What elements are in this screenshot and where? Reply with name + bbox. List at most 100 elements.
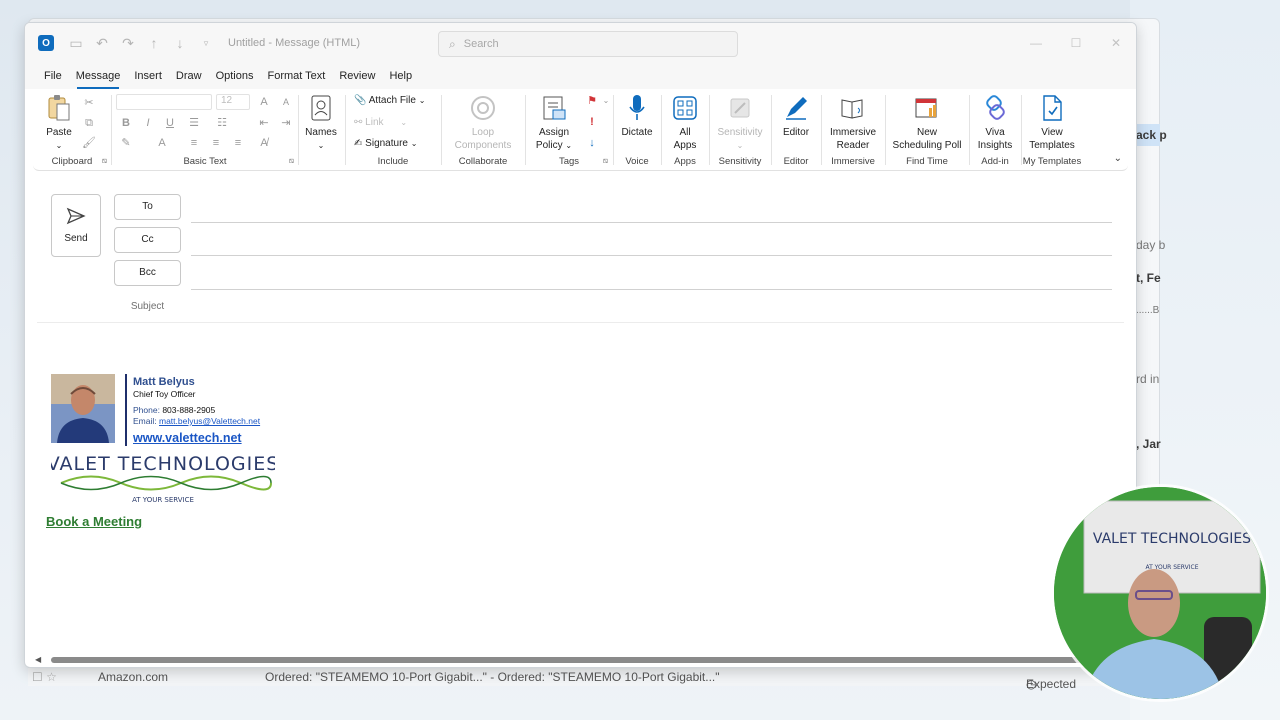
highlight-icon[interactable]: ✎ — [118, 135, 134, 151]
paste-label: Paste — [46, 127, 72, 138]
dialog-launcher-icon[interactable]: ⧅ — [102, 156, 107, 166]
horizontal-scrollbar[interactable]: ◀ — [33, 655, 1128, 665]
voice-group: Dictate Voice — [614, 89, 660, 171]
chevron-down-icon[interactable]: ⌄ — [598, 93, 614, 109]
view-templates-button[interactable]: View Templates — [1024, 93, 1080, 152]
loop-icon — [468, 93, 498, 123]
search-input[interactable]: ⌕ Search — [438, 31, 738, 57]
apps-group: All Apps Apps — [662, 89, 708, 171]
bold-icon[interactable]: B — [118, 115, 134, 131]
tab-file[interactable]: File — [37, 63, 69, 89]
ribbon-tabs: File Message Insert Draw Options Format Text R… — [25, 63, 1136, 89]
search-icon: ⌕ — [449, 36, 456, 51]
dialog-launcher-icon[interactable]: ⧅ — [289, 156, 294, 166]
email-link[interactable]: matt.belyus@Valettech.net — [159, 416, 260, 426]
font-color-icon[interactable]: A — [154, 135, 170, 151]
chevron-down-icon: ⌄ — [317, 141, 325, 150]
undo-icon[interactable]: ↶ — [94, 35, 110, 51]
align-center-icon[interactable]: ≡ — [208, 135, 224, 151]
background-snippet: ack p — [1136, 128, 1167, 142]
background-snippet: t, Fe — [1136, 271, 1161, 285]
attach-file-button[interactable]: 📎 Attach File ⌄ — [354, 95, 425, 106]
send-button[interactable]: Send — [51, 194, 101, 257]
tab-format-text[interactable]: Format Text — [260, 63, 332, 89]
loop-components-button[interactable]: Loop Components — [446, 93, 520, 152]
scroll-left-icon[interactable]: ◀ — [35, 655, 41, 664]
save-icon[interactable]: ▭ — [68, 35, 84, 51]
basic-text-group-label: Basic Text — [183, 156, 227, 167]
subject-input[interactable] — [37, 322, 1124, 323]
checkbox-icon: ☐ ☆ — [32, 670, 57, 684]
align-right-icon[interactable]: ≡ — [230, 135, 246, 151]
chevron-down-icon: ⌄ — [418, 96, 426, 105]
numbering-icon[interactable]: ☷ — [214, 115, 230, 131]
low-importance-icon[interactable]: ↓ — [584, 135, 600, 151]
reader-label: Reader — [836, 140, 870, 151]
close-icon[interactable]: ✕ — [1096, 23, 1136, 63]
editor-button[interactable]: Editor — [776, 93, 816, 139]
copy-icon[interactable]: ⧉ — [81, 115, 97, 131]
italic-icon[interactable]: I — [140, 115, 156, 131]
signature-icon: ✍ — [354, 138, 363, 149]
font-size-dropdown[interactable]: 12 — [216, 94, 250, 110]
tab-options[interactable]: Options — [209, 63, 261, 89]
high-importance-icon[interactable]: ! — [584, 114, 600, 130]
signature-button[interactable]: ✍ Signature ⌄ — [354, 138, 417, 149]
immersive-group-label: Immersive — [831, 156, 875, 167]
increase-indent-icon[interactable]: ⇥ — [278, 115, 294, 131]
components-label: Components — [454, 140, 512, 151]
tab-message[interactable]: Message — [69, 63, 128, 89]
search-placeholder: Search — [463, 38, 499, 50]
format-painter-icon[interactable]: 🖌 — [81, 135, 97, 151]
tab-insert[interactable]: Insert — [127, 63, 169, 89]
to-button[interactable]: To — [114, 194, 181, 220]
title-bar: O ▭ ↶ ↷ ↑ ↓ ▿ Untitled - Message (HTML) … — [25, 23, 1136, 63]
sensitivity-button[interactable]: Sensitivity ⌄ — [712, 93, 768, 152]
bullets-icon[interactable]: ☰ — [186, 115, 202, 131]
scrollbar-thumb[interactable] — [51, 657, 1124, 663]
immersive-reader-button[interactable]: Immersive Reader — [824, 93, 882, 152]
cc-input[interactable] — [191, 255, 1112, 256]
down-arrow-icon[interactable]: ↓ — [172, 35, 188, 51]
viva-insights-button[interactable]: Viva Insights — [974, 93, 1016, 152]
dictate-button[interactable]: Dictate — [616, 93, 658, 139]
align-left-icon[interactable]: ≡ — [186, 135, 202, 151]
link-button[interactable]: ⚯ Link ⌄ — [354, 117, 407, 128]
redo-icon[interactable]: ↷ — [120, 35, 136, 51]
clear-formatting-icon[interactable]: A̸ — [256, 135, 272, 151]
font-name-dropdown[interactable] — [116, 94, 212, 110]
add-in-group-label: Add-in — [981, 156, 1009, 167]
decrease-indent-icon[interactable]: ⇤ — [256, 115, 272, 131]
names-button[interactable]: Names ⌄ — [303, 93, 339, 152]
minimize-icon[interactable]: — — [1016, 23, 1056, 63]
tab-help[interactable]: Help — [382, 63, 419, 89]
editor-group-label: Editor — [783, 156, 809, 167]
assign-policy-button[interactable]: Assign Policy ⌄ — [530, 93, 578, 152]
grow-font-icon[interactable]: A — [256, 94, 272, 110]
address-book-icon — [306, 93, 336, 123]
underline-icon[interactable]: U — [162, 115, 178, 131]
customize-toolbar-icon[interactable]: ▿ — [198, 35, 214, 51]
paperclip-icon: 📎 — [354, 95, 367, 106]
up-arrow-icon[interactable]: ↑ — [146, 35, 162, 51]
bcc-input[interactable] — [191, 289, 1112, 290]
maximize-icon[interactable]: ☐ — [1056, 23, 1096, 63]
scheduling-poll-icon — [912, 93, 942, 123]
background-sender: Amazon.com — [98, 670, 169, 684]
cc-button[interactable]: Cc — [114, 227, 181, 253]
tab-review[interactable]: Review — [332, 63, 382, 89]
book-a-meeting-link[interactable]: Book a Meeting — [46, 514, 142, 529]
shrink-font-icon[interactable]: A — [278, 94, 294, 110]
cut-icon[interactable]: ✂ — [81, 95, 97, 111]
all-apps-button[interactable]: All Apps — [666, 93, 704, 152]
background-snippet: day b — [1136, 238, 1166, 252]
paste-button[interactable]: Paste ⌄ — [41, 93, 77, 152]
bcc-button[interactable]: Bcc — [114, 260, 181, 286]
to-input[interactable] — [191, 222, 1112, 223]
immersive-reader-icon — [838, 93, 868, 123]
dialog-launcher-icon[interactable]: ⧅ — [603, 156, 608, 166]
website-link[interactable]: www.valettech.net — [133, 431, 242, 445]
ribbon-expand-icon[interactable]: ⌄ — [1114, 153, 1122, 164]
new-scheduling-poll-button[interactable]: New Scheduling Poll — [888, 93, 966, 152]
tab-draw[interactable]: Draw — [169, 63, 209, 89]
